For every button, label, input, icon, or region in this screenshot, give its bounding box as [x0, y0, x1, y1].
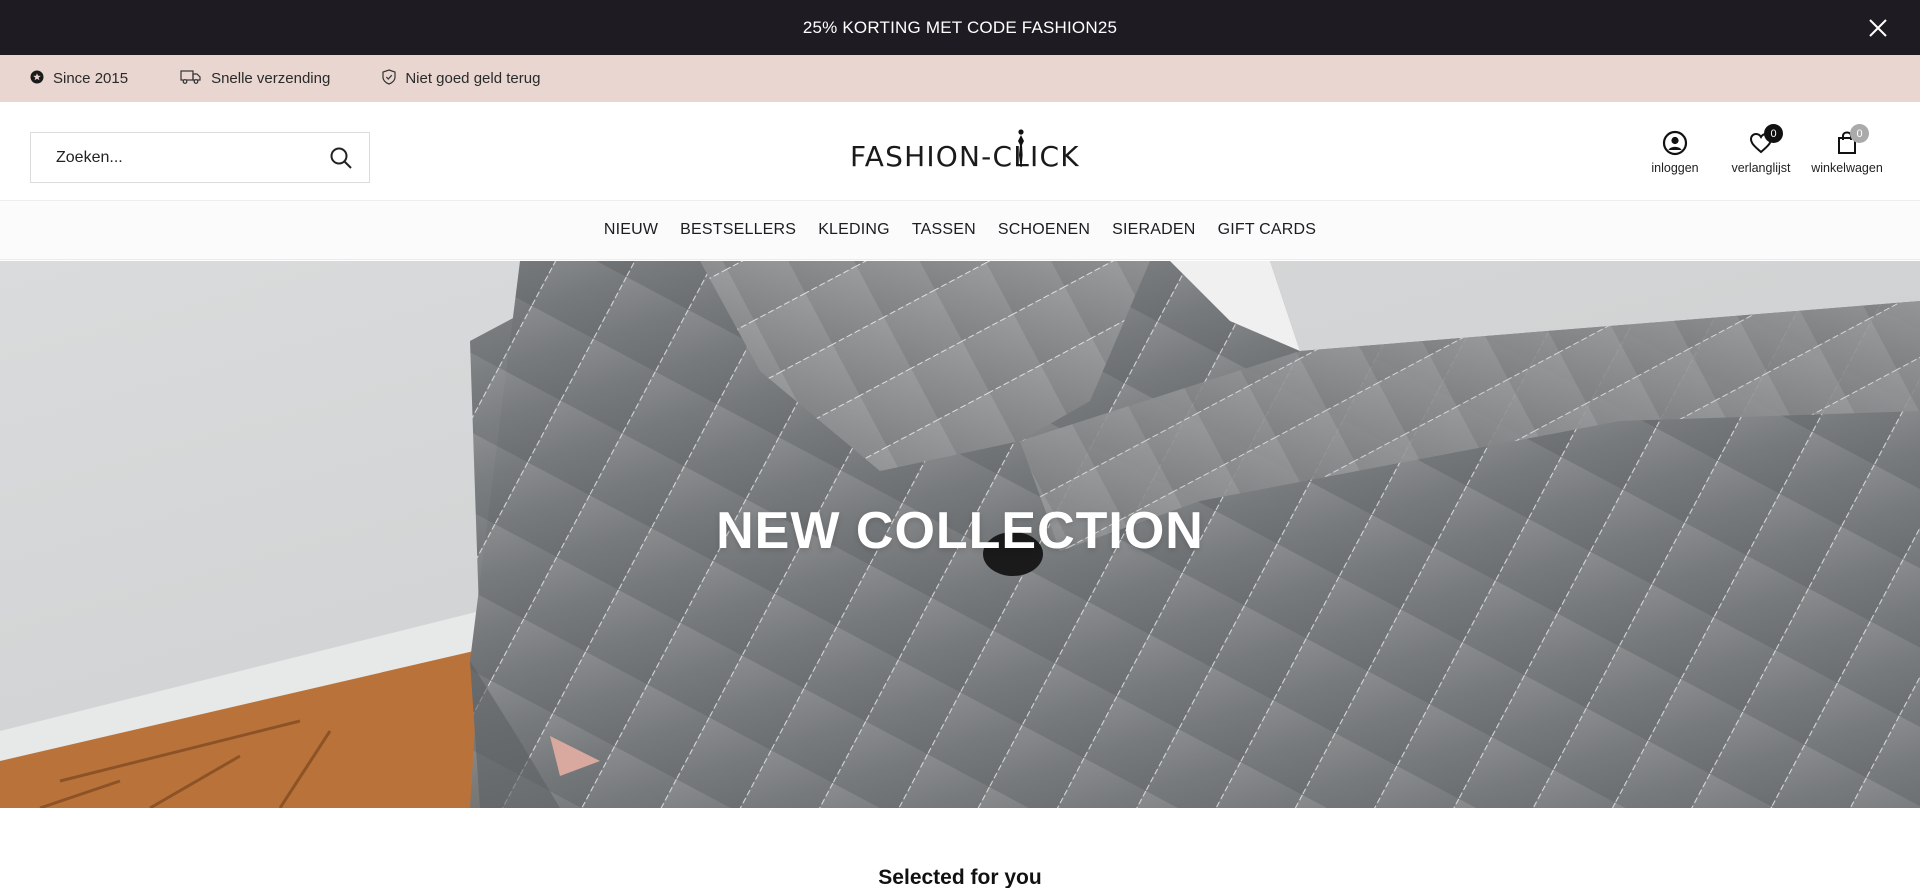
login-label: inloggen — [1651, 161, 1699, 175]
logo-text: FASHION-CLICK — [850, 139, 1080, 173]
badge-star-icon — [30, 70, 53, 88]
hero-title: NEW COLLECTION — [716, 502, 1204, 560]
usp-item-shipping: Snelle verzending — [180, 69, 330, 89]
nav-item-sieraden[interactable]: SIERADEN — [1112, 221, 1195, 239]
close-icon[interactable] — [1866, 16, 1890, 40]
wishlist-label: verlanglijst — [1731, 161, 1791, 175]
site-logo[interactable]: FASHION-CLICK — [850, 129, 1080, 176]
wishlist-count-badge: 0 — [1764, 124, 1783, 143]
search-box — [30, 132, 370, 183]
nav-item-kleding[interactable]: KLEDING — [818, 221, 890, 239]
usp-item-since: Since 2015 — [30, 70, 128, 88]
usp-item-guarantee: Niet goed geld terug — [382, 68, 541, 89]
logo-figure-icon — [1010, 128, 1032, 168]
shield-check-icon — [382, 68, 405, 89]
nav-item-schoenen[interactable]: SCHOENEN — [998, 221, 1090, 239]
announcement-bar: 25% KORTING MET CODE FASHION25 — [0, 0, 1920, 55]
hero-banner[interactable]: NEW COLLECTION — [0, 261, 1920, 808]
main-navigation: NIEUW BESTSELLERS KLEDING TASSEN SCHOENE… — [0, 201, 1920, 260]
usp-label: Snelle verzending — [211, 70, 331, 87]
cart-count-badge: 0 — [1850, 124, 1869, 143]
usp-label: Since 2015 — [53, 70, 129, 87]
nav-item-tassen[interactable]: TASSEN — [912, 221, 976, 239]
cart-button[interactable]: 0 winkelwagen — [1804, 124, 1890, 175]
section-title-selected: Selected for you — [878, 866, 1042, 888]
cart-label: winkelwagen — [1811, 161, 1883, 175]
truck-icon — [180, 69, 211, 89]
announcement-text: 25% KORTING MET CODE FASHION25 — [802, 17, 1118, 37]
nav-item-nieuw[interactable]: NIEUW — [604, 221, 658, 239]
nav-item-gift-cards[interactable]: GIFT CARDS — [1218, 221, 1317, 239]
search-input[interactable] — [31, 133, 311, 182]
usp-bar: Since 2015 Snelle verzending Niet goed g… — [0, 55, 1920, 102]
header-actions: inloggen 0 verlanglijst 0 winkelwagen — [1632, 124, 1890, 175]
nav-item-bestsellers[interactable]: BESTSELLERS — [680, 221, 796, 239]
site-header: FASHION-CLICK inloggen 0 verlanglijst 0 … — [0, 102, 1920, 201]
usp-label: Niet goed geld terug — [405, 70, 541, 87]
login-button[interactable]: inloggen — [1632, 130, 1718, 175]
wishlist-button[interactable]: 0 verlanglijst — [1718, 124, 1804, 175]
user-icon — [1662, 130, 1688, 156]
search-icon[interactable] — [329, 146, 353, 170]
